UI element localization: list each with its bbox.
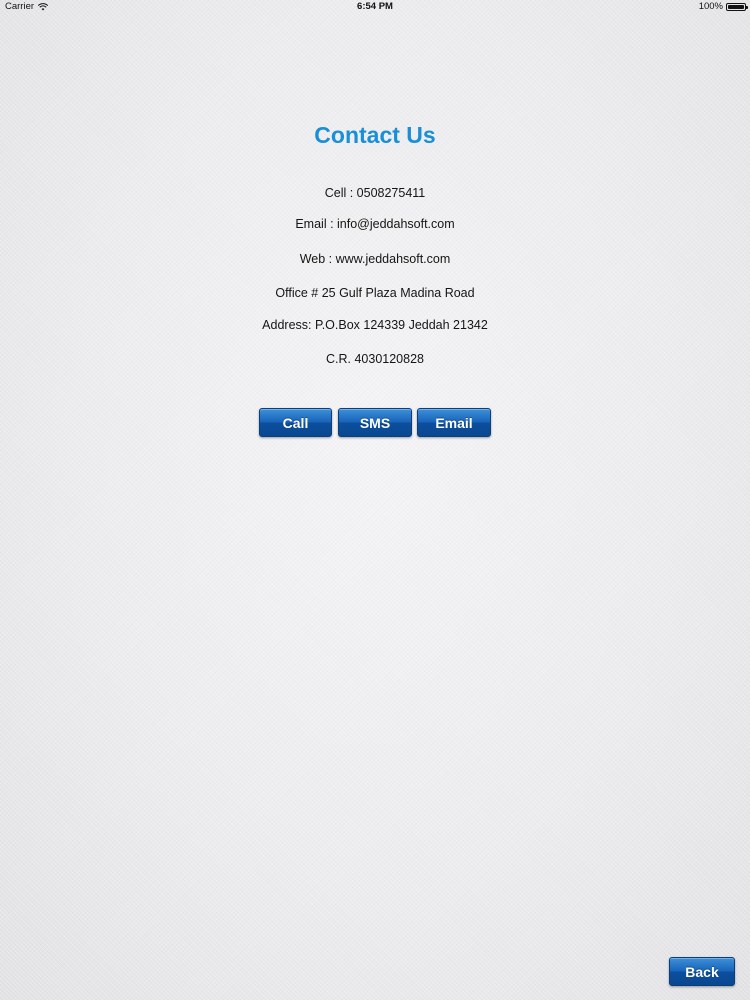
cell-number: Cell : 0508275411 [324,186,426,200]
website: Web : www.jeddahsoft.com [299,252,451,266]
background-texture [0,0,750,1000]
battery-percent: 100% [698,1,723,12]
status-time: 6:54 PM [357,1,393,12]
postal-address: Address: P.O.Box 124339 Jeddah 21342 [262,318,488,332]
commercial-registration: C.R. 4030120828 [326,352,424,366]
email-address: Email : info@jeddahsoft.com [295,217,455,231]
sms-button[interactable]: SMS [338,408,412,437]
office-address: Office # 25 Gulf Plaza Madina Road [275,286,475,300]
battery-icon [726,2,748,11]
call-button[interactable]: Call [259,408,332,437]
page-title: Contact Us [314,122,436,148]
status-bar: Carrier 6:54 PM 100% [0,0,750,14]
status-battery: 100% [698,1,748,12]
email-button[interactable]: Email [417,408,491,437]
back-button[interactable]: Back [669,957,735,986]
